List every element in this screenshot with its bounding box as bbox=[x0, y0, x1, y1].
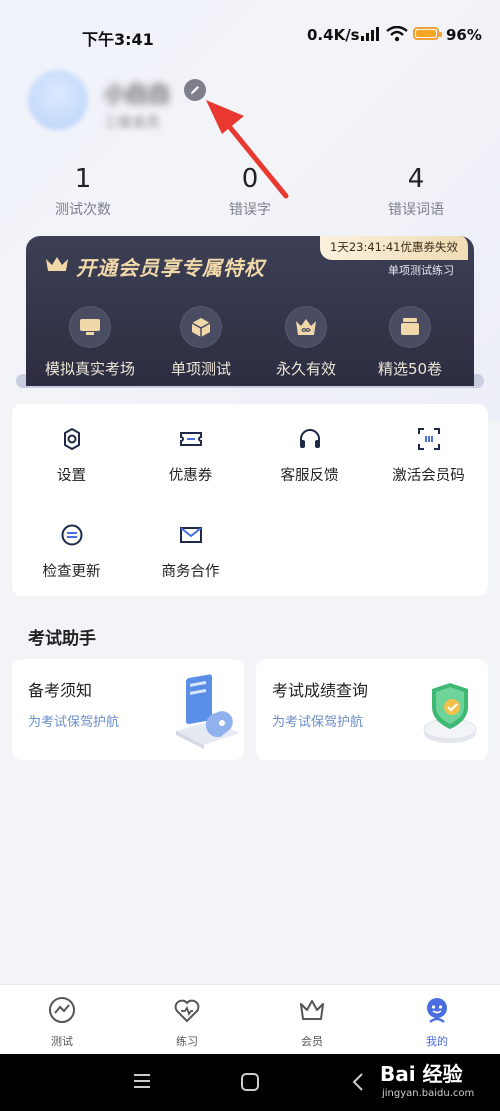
stat-value: 4 bbox=[407, 164, 425, 194]
back-icon[interactable] bbox=[350, 1072, 366, 1092]
tab-mine[interactable]: 我的 bbox=[397, 995, 477, 1049]
bottom-tab-bar: 测试 练习 会员 我的 bbox=[0, 984, 500, 1055]
stat-label: 错误词语 bbox=[388, 202, 444, 218]
crown-infinity-icon bbox=[285, 306, 327, 348]
vip-benefit-forever[interactable]: 永久有效 bbox=[250, 306, 362, 379]
vip-benefit-single[interactable]: 单项测试 bbox=[145, 306, 257, 379]
shield-check-illustration-icon bbox=[423, 683, 477, 743]
menu-activate-code[interactable]: 激活会员码 bbox=[369, 426, 488, 485]
promo-subtitle: 单项测试练习 bbox=[388, 264, 454, 277]
menu-icon[interactable] bbox=[132, 1072, 152, 1090]
card-score-query[interactable]: 考试成绩查询 为考试保驾护航 bbox=[256, 659, 488, 760]
stack-icon bbox=[389, 306, 431, 348]
vip-benefit-label: 永久有效 bbox=[275, 360, 336, 378]
tab-test[interactable]: 测试 bbox=[22, 995, 102, 1049]
card-exam-notice[interactable]: 备考须知 为考试保驾护航 bbox=[12, 659, 244, 760]
menu-settings[interactable]: 设置 bbox=[12, 426, 131, 485]
tab-label: 会员 bbox=[301, 1035, 323, 1048]
vip-card[interactable]: 开通会员享专属特权 1天23:41:41优惠券失效 单项测试练习 模拟真实考场 … bbox=[26, 236, 474, 386]
vip-benefit-papers[interactable]: 精选50卷 bbox=[354, 306, 466, 379]
home-icon[interactable] bbox=[240, 1072, 260, 1092]
vip-benefit-exam[interactable]: 模拟真实考场 bbox=[34, 306, 146, 379]
menu-grid: 设置 优惠券 客服反馈 激活会员码 检查更新 商务合作 bbox=[12, 404, 488, 596]
vip-benefit-label: 模拟真实考场 bbox=[44, 360, 135, 378]
stat-value: 0 bbox=[241, 164, 259, 194]
headset-icon bbox=[299, 429, 320, 448]
gear-icon bbox=[63, 428, 80, 450]
stat-wrong-chars[interactable]: 0 错误字 bbox=[190, 163, 310, 219]
card-subtitle: 为考试保驾护航 bbox=[28, 715, 120, 730]
menu-label: 优惠券 bbox=[168, 468, 213, 484]
vip-benefit-label: 单项测试 bbox=[170, 360, 231, 378]
scan-icon bbox=[417, 428, 440, 450]
promo-tag: 1天23:41:41优惠券失效 bbox=[320, 236, 468, 260]
card-title: 考试成绩查询 bbox=[272, 681, 369, 700]
document-illustration-icon bbox=[176, 674, 240, 749]
tab-vip[interactable]: 会员 bbox=[272, 995, 352, 1049]
stat-label: 错误字 bbox=[229, 202, 271, 218]
tab-label: 练习 bbox=[176, 1035, 198, 1048]
crown-icon bbox=[300, 1000, 324, 1020]
stat-label: 测试次数 bbox=[55, 202, 111, 218]
card-subtitle: 为考试保驾护航 bbox=[272, 715, 364, 730]
profile-icon bbox=[427, 998, 447, 1023]
menu-feedback[interactable]: 客服反馈 bbox=[250, 426, 369, 485]
cube-icon bbox=[180, 306, 222, 348]
tab-label: 我的 bbox=[426, 1035, 448, 1048]
coupon-icon bbox=[179, 432, 202, 446]
mail-icon bbox=[179, 527, 202, 543]
stat-value: 1 bbox=[74, 164, 92, 194]
menu-coupons[interactable]: 优惠券 bbox=[131, 426, 250, 485]
stat-tests[interactable]: 1 测试次数 bbox=[23, 163, 143, 219]
menu-check-update[interactable]: 检查更新 bbox=[12, 522, 131, 581]
watermark-url: jingyan.baidu.com bbox=[382, 1088, 475, 1099]
tab-label: 测试 bbox=[51, 1035, 73, 1048]
watermark-brand: Bai 经验 bbox=[380, 1062, 463, 1086]
menu-label: 客服反馈 bbox=[280, 468, 339, 484]
card-title: 备考须知 bbox=[28, 681, 93, 700]
menu-label: 设置 bbox=[57, 468, 86, 484]
crown-icon bbox=[46, 257, 68, 271]
menu-label: 商务合作 bbox=[161, 564, 220, 580]
update-icon bbox=[61, 524, 82, 546]
practice-icon bbox=[174, 999, 200, 1023]
tab-practice[interactable]: 练习 bbox=[147, 995, 227, 1049]
menu-label: 检查更新 bbox=[42, 564, 101, 580]
menu-business[interactable]: 商务合作 bbox=[131, 522, 250, 581]
test-icon bbox=[49, 997, 75, 1023]
vip-benefit-label: 精选50卷 bbox=[377, 360, 443, 378]
menu-label: 激活会员码 bbox=[392, 468, 465, 484]
assistant-section-title: 考试助手 bbox=[28, 629, 96, 649]
stat-wrong-words[interactable]: 4 错误词语 bbox=[356, 163, 476, 219]
monitor-icon bbox=[69, 306, 111, 348]
vip-title: 开通会员享专属特权 bbox=[76, 256, 265, 280]
